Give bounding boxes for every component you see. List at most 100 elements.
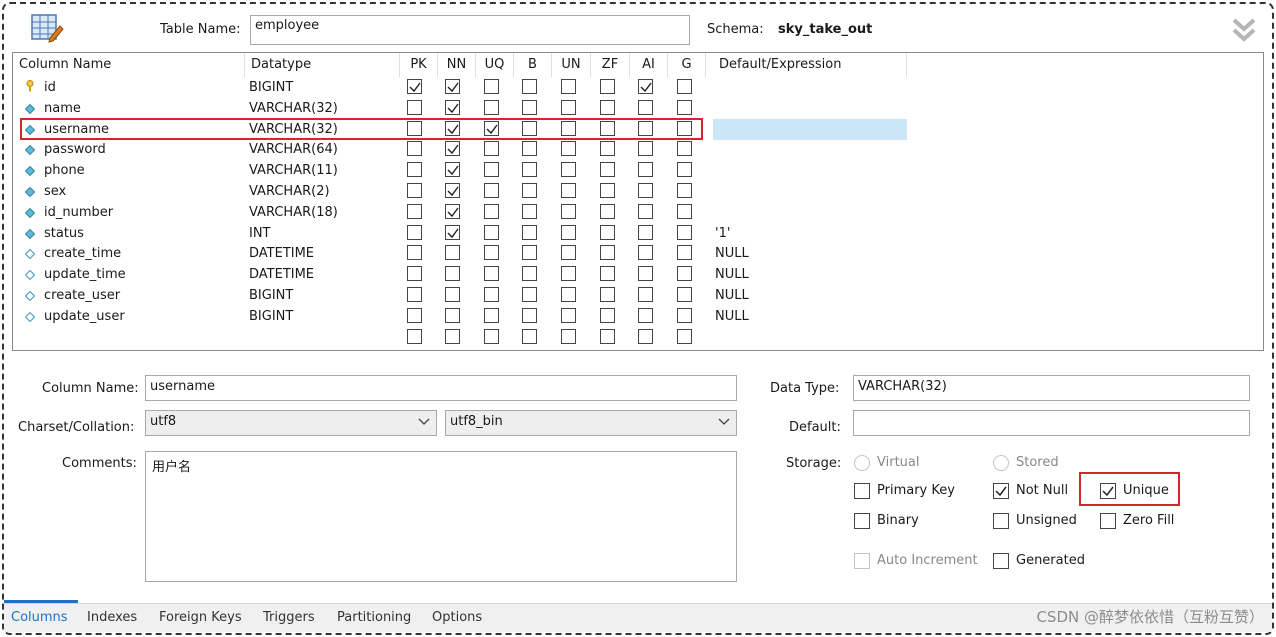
not-null-checkbox[interactable]: Not Null (993, 482, 1073, 500)
checkbox-icon[interactable] (445, 245, 460, 261)
default-expression-cell[interactable]: NULL (715, 243, 749, 264)
checkbox-icon[interactable] (600, 307, 615, 323)
checkbox-icon[interactable] (561, 224, 576, 240)
checkbox-icon[interactable] (522, 99, 537, 115)
column-name-cell[interactable]: create_user (44, 285, 120, 306)
checkbox-icon[interactable] (638, 307, 653, 323)
column-name-cell[interactable]: status (44, 223, 84, 244)
checkbox-icon[interactable] (677, 183, 692, 198)
grid-header-cell[interactable]: Column Name (13, 53, 245, 77)
checkbox-icon[interactable] (407, 99, 422, 115)
column-name-cell[interactable]: update_time (44, 264, 126, 285)
checkbox-icon[interactable] (638, 120, 653, 136)
checkbox-checked-icon[interactable] (407, 79, 422, 94)
checkbox-checked-icon[interactable] (445, 224, 460, 240)
checkbox-icon[interactable] (600, 203, 615, 219)
grid-header-cell[interactable]: G (668, 53, 706, 77)
checkbox-icon[interactable] (638, 224, 653, 240)
columns-grid[interactable]: Column Name Datatype PK NN UQ B UN ZF AI G Default… (12, 52, 1264, 351)
checkbox-icon[interactable] (561, 141, 576, 157)
column-row[interactable]: update_time DATETIME NULL (13, 264, 1263, 285)
checkbox-checked-icon[interactable] (484, 120, 499, 136)
column-row[interactable]: phone VARCHAR(11) (13, 160, 1263, 181)
column-name-cell[interactable]: password (44, 139, 106, 160)
checkbox-icon[interactable] (484, 266, 499, 282)
checkbox-icon[interactable] (638, 245, 653, 261)
checkbox-icon[interactable] (561, 307, 576, 323)
tab-indexes[interactable]: Indexes (87, 610, 137, 625)
checkbox-icon[interactable] (407, 162, 422, 178)
default-expression-cell[interactable]: NULL (715, 306, 749, 327)
tab-options[interactable]: Options (432, 610, 482, 625)
checkbox-icon[interactable] (522, 266, 537, 282)
datatype-cell[interactable]: VARCHAR(2) (249, 181, 330, 202)
checkbox-icon[interactable] (522, 287, 537, 302)
checkbox-icon[interactable] (484, 245, 499, 261)
checkbox-icon[interactable] (561, 287, 576, 302)
checkbox-icon[interactable] (484, 183, 499, 198)
checkbox-icon[interactable] (407, 245, 422, 261)
storage-virtual-radio[interactable]: Virtual (854, 454, 944, 472)
checkbox-icon[interactable] (638, 183, 653, 198)
checkbox-icon[interactable] (638, 287, 653, 302)
checkbox-icon[interactable] (522, 328, 537, 344)
checkbox-checked-icon[interactable] (445, 79, 460, 94)
table-name-input[interactable]: employee (250, 15, 690, 45)
grid-header-cell[interactable]: ZF (591, 53, 630, 77)
datatype-cell[interactable]: VARCHAR(32) (249, 98, 338, 119)
checkbox-icon[interactable] (677, 141, 692, 157)
checkbox-icon[interactable] (407, 307, 422, 323)
grid-header-cell[interactable]: Default/Expression (713, 53, 907, 77)
checkbox-icon[interactable] (407, 203, 422, 219)
grid-header-cell[interactable]: PK (400, 53, 438, 77)
checkbox-icon[interactable] (600, 224, 615, 240)
column-row[interactable]: create_time DATETIME NULL (13, 243, 1263, 264)
checkbox-icon[interactable] (407, 224, 422, 240)
default-expression-cell[interactable]: '1' (715, 223, 730, 244)
checkbox-icon[interactable] (638, 266, 653, 282)
column-name-cell[interactable]: update_user (44, 306, 125, 327)
column-row[interactable] (13, 327, 1263, 348)
checkbox-icon[interactable] (484, 141, 499, 157)
checkbox-checked-icon[interactable] (445, 120, 460, 136)
checkbox-icon[interactable] (600, 183, 615, 198)
checkbox-icon[interactable] (561, 266, 576, 282)
checkbox-icon[interactable] (600, 245, 615, 261)
checkbox-icon[interactable] (484, 287, 499, 302)
checkbox-icon[interactable] (677, 120, 692, 136)
checkbox-icon[interactable] (677, 328, 692, 344)
datatype-cell[interactable]: VARCHAR(18) (249, 202, 338, 223)
checkbox-icon[interactable] (638, 203, 653, 219)
datatype-cell[interactable]: VARCHAR(11) (249, 160, 338, 181)
column-row[interactable]: username VARCHAR(32) (13, 118, 1263, 140)
checkbox-icon[interactable] (677, 307, 692, 323)
checkbox-checked-icon[interactable] (445, 183, 460, 198)
checkbox-icon[interactable] (522, 245, 537, 261)
comments-textarea[interactable]: 用户名 (145, 451, 737, 582)
selected-default-cell[interactable] (713, 118, 907, 140)
storage-stored-radio[interactable]: Stored (993, 454, 1083, 472)
checkbox-icon[interactable] (407, 266, 422, 282)
tab-triggers[interactable]: Triggers (263, 610, 315, 625)
checkbox-icon[interactable] (407, 141, 422, 157)
checkbox-icon[interactable] (677, 287, 692, 302)
column-row[interactable]: id_number VARCHAR(18) (13, 202, 1263, 223)
checkbox-checked-icon[interactable] (445, 141, 460, 157)
checkbox-icon[interactable] (600, 141, 615, 157)
datatype-cell[interactable]: VARCHAR(64) (249, 139, 338, 160)
checkbox-icon[interactable] (600, 99, 615, 115)
checkbox-icon[interactable] (522, 307, 537, 323)
column-name-cell[interactable]: username (44, 119, 109, 140)
checkbox-icon[interactable] (638, 328, 653, 344)
grid-header-cell[interactable]: AI (630, 53, 668, 77)
checkbox-icon[interactable] (561, 203, 576, 219)
datatype-cell[interactable]: VARCHAR(32) (249, 119, 338, 140)
column-row[interactable]: id BIGINT (13, 77, 1263, 98)
checkbox-icon[interactable] (600, 266, 615, 282)
checkbox-icon[interactable] (522, 120, 537, 136)
column-name-cell[interactable]: id (44, 77, 56, 98)
checkbox-icon[interactable] (600, 328, 615, 344)
column-name-cell[interactable]: id_number (44, 202, 113, 223)
unsigned-checkbox[interactable]: Unsigned (993, 512, 1083, 530)
checkbox-icon[interactable] (561, 183, 576, 198)
